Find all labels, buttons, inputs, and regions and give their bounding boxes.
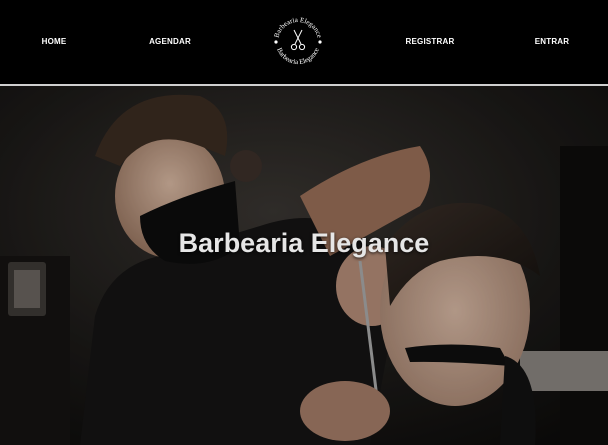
scissors-icon [290,29,306,51]
brand-logo[interactable]: Barbearia Elegance Barbearia Elegance [270,6,326,78]
hero-banner: Barbearia Elegance [0,86,608,445]
svg-text:Barbearia Elegance: Barbearia Elegance [275,46,321,66]
nav-home-link[interactable]: HOME [42,37,67,46]
hero-background-image [0,86,608,445]
nav-agendar-link[interactable]: AGENDAR [149,37,191,46]
navbar: HOME AGENDAR Barbearia Elegance Barbeari… [0,0,608,84]
svg-text:Barbearia Elegance: Barbearia Elegance [273,16,324,39]
hero-title: Barbearia Elegance [178,228,430,258]
nav-registrar-link[interactable]: REGISTRAR [406,37,455,46]
nav-entrar-link[interactable]: ENTRAR [535,37,570,46]
logo-seal: Barbearia Elegance Barbearia Elegance [273,16,324,66]
